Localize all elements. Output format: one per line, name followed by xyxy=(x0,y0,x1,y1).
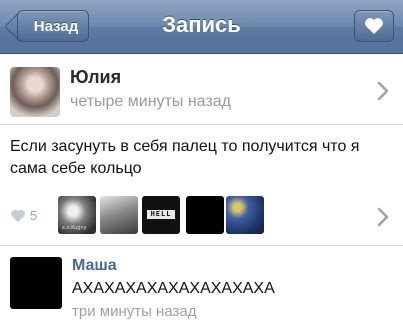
attachment-caption: x.x.Kugny xyxy=(62,225,87,231)
comment-avatar[interactable] xyxy=(10,257,62,309)
likes-count: 5 xyxy=(30,208,38,223)
post-text: Если засунуть в себя палец то получится … xyxy=(10,138,360,177)
heart-icon xyxy=(11,209,25,222)
attachment-photo-1[interactable]: x.x.Kugny xyxy=(58,196,96,234)
chevron-right-icon[interactable] xyxy=(377,81,389,101)
author-avatar[interactable] xyxy=(10,67,60,117)
chevron-right-icon[interactable] xyxy=(377,207,389,227)
comment-author-name[interactable]: Маша xyxy=(72,257,117,275)
attachment-photo-2[interactable] xyxy=(100,196,138,234)
navigation-bar: Назад Запись xyxy=(0,0,403,54)
attachment-photo-3[interactable]: HELL xyxy=(142,196,180,234)
divider xyxy=(0,124,403,125)
likes-counter[interactable]: 5 xyxy=(10,208,37,223)
like-button[interactable] xyxy=(354,10,394,42)
comment-text: АХАХАХАХАХАХАХАХАХА xyxy=(72,280,275,297)
post-author-row[interactable]: Юлия четыре минуты назад xyxy=(0,55,403,125)
divider xyxy=(0,245,403,246)
author-name[interactable]: Юлия xyxy=(70,67,121,88)
post-timestamp: четыре минуты назад xyxy=(70,93,231,110)
attachment-photo-5[interactable] xyxy=(226,196,264,234)
heart-icon xyxy=(365,18,383,34)
attachment-label: HELL xyxy=(147,210,175,219)
attachment-photo-4[interactable] xyxy=(186,196,224,234)
page-title: Запись xyxy=(162,12,241,37)
comment-timestamp: три минуты назад xyxy=(72,303,197,320)
